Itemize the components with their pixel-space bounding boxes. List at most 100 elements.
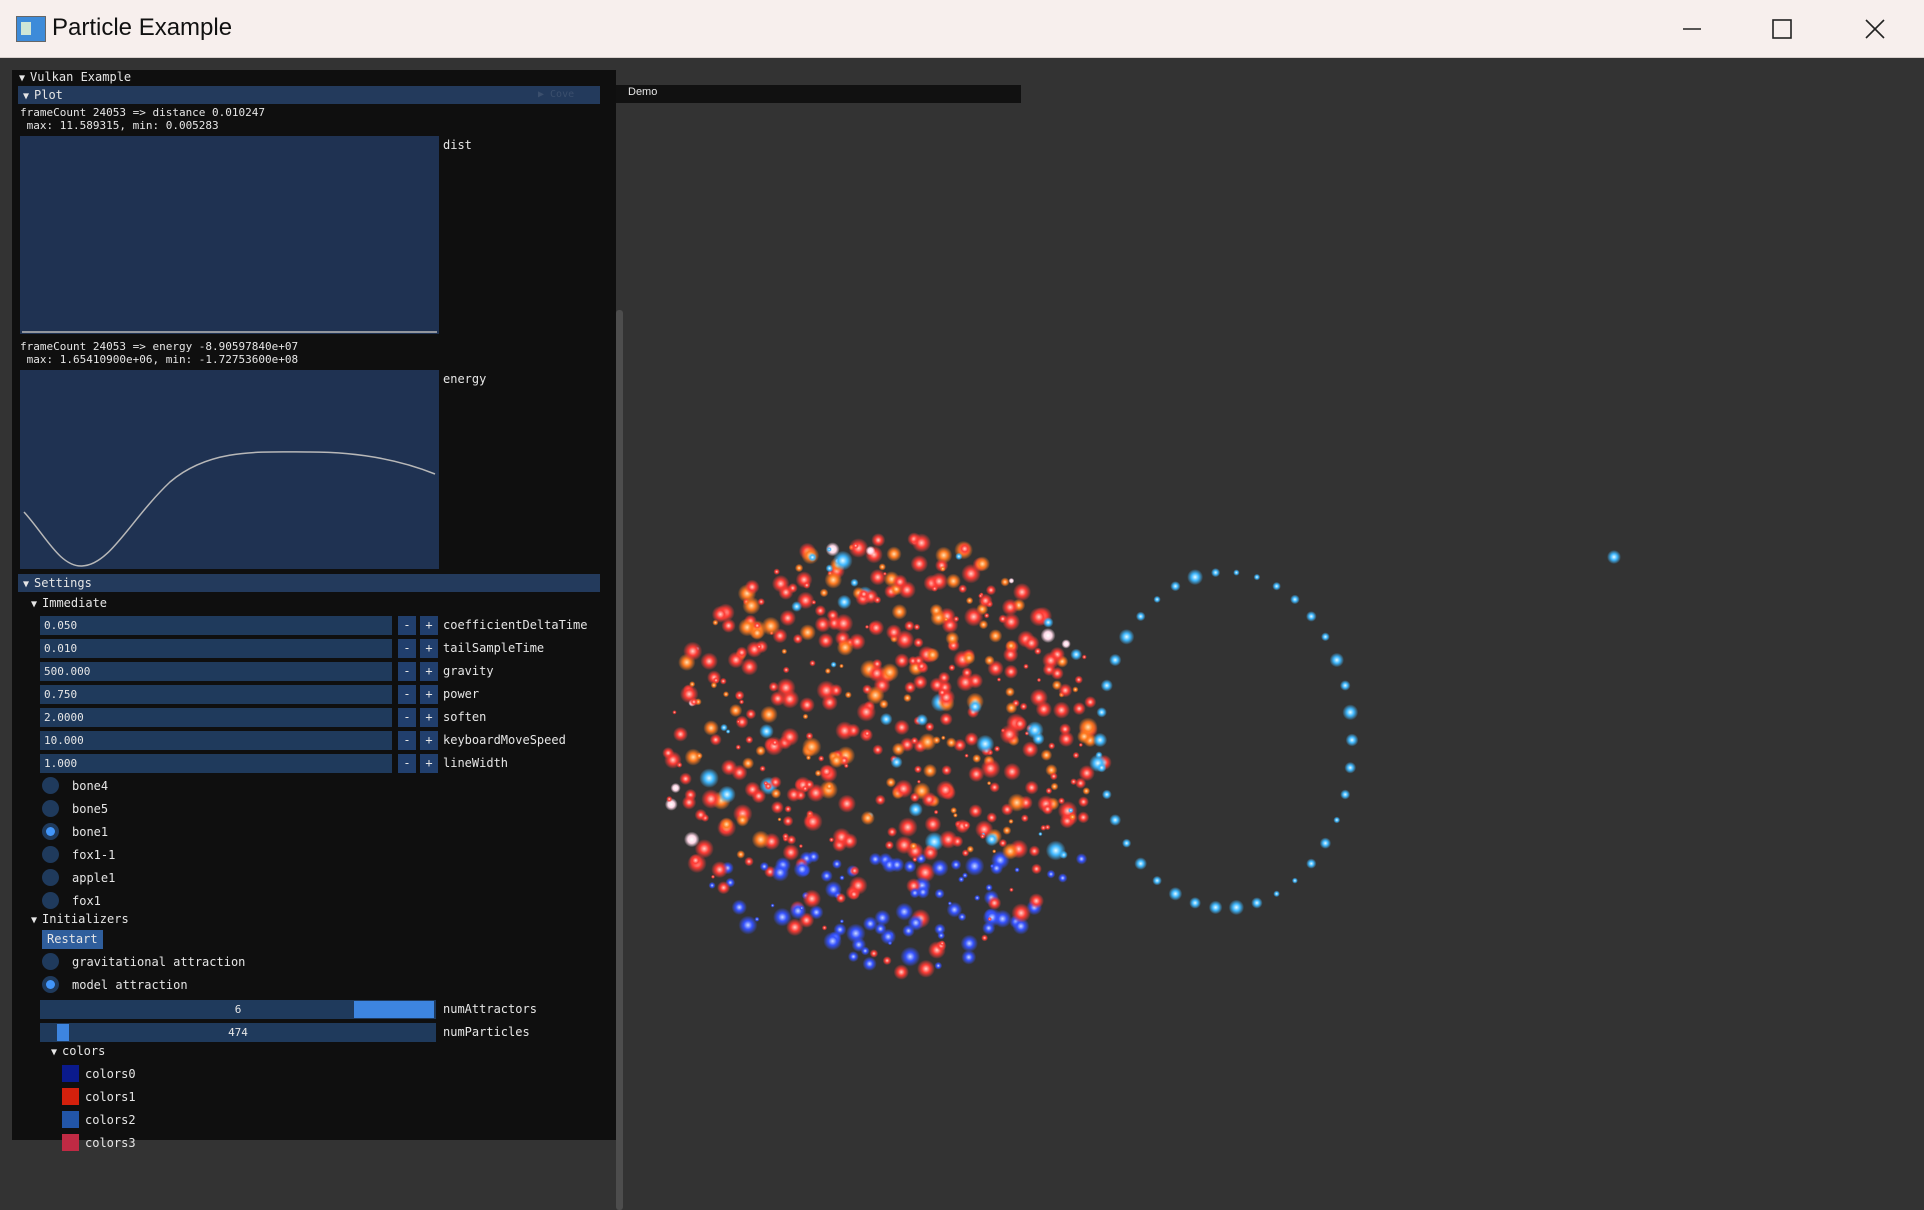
energy-plot[interactable] [20, 370, 439, 569]
app-window-icon [16, 16, 46, 42]
setting-row[interactable]: 1.000- + lineWidth [40, 754, 620, 773]
window-titlebar[interactable]: Particle Example [0, 0, 1924, 58]
distance-plot[interactable] [20, 136, 439, 334]
color-swatch[interactable] [62, 1111, 79, 1128]
plot-header[interactable]: ▼ Plot ▶ Cove [18, 86, 600, 104]
attraction-radio[interactable]: gravitational attraction [40, 952, 300, 972]
maximize-button[interactable] [1752, 8, 1812, 50]
setting-row[interactable]: 0.010- + tailSampleTime [40, 639, 620, 658]
increment-button[interactable]: + [420, 754, 438, 773]
color-edit-colors0[interactable]: colors0 [62, 1064, 222, 1084]
setting-input[interactable]: 1.000 [40, 754, 392, 773]
decrement-button[interactable]: - [398, 708, 416, 727]
particle [987, 660, 1004, 677]
setting-input[interactable]: 10.000 [40, 731, 392, 750]
particle [1074, 675, 1083, 684]
increment-button[interactable]: + [420, 662, 438, 681]
setting-row[interactable]: 2.0000- + soften [40, 708, 620, 727]
particle [711, 605, 729, 623]
particle [923, 763, 937, 778]
setting-input[interactable]: 500.000 [40, 662, 392, 681]
increment-button[interactable]: + [420, 708, 438, 727]
setting-row[interactable]: 0.750- + power [40, 685, 620, 704]
setting-input[interactable]: 0.050 [40, 616, 392, 635]
color-edit-colors3[interactable]: colors3 [62, 1133, 222, 1153]
color-edit-colors2[interactable]: colors2 [62, 1110, 222, 1130]
radio-indicator[interactable] [42, 800, 59, 817]
setting-row[interactable]: 10.000- + keyboardMoveSpeed [40, 731, 620, 750]
decrement-button[interactable]: - [398, 639, 416, 658]
setting-input[interactable]: 0.010 [40, 639, 392, 658]
particle [929, 603, 943, 618]
particle [831, 859, 842, 869]
radio-indicator[interactable] [42, 953, 59, 970]
attraction-radio[interactable]: model attraction [40, 975, 300, 995]
demo-window-title: Demo [628, 86, 658, 98]
initializers-tree-node[interactable]: ▼ Initializers [26, 912, 129, 926]
particle [826, 546, 832, 553]
particle [662, 747, 675, 759]
particle [689, 697, 699, 707]
color-edit-colors1[interactable]: colors1 [62, 1087, 222, 1107]
radio-indicator[interactable] [42, 976, 59, 993]
panel-title[interactable]: ▼ Vulkan Example [14, 70, 131, 84]
minimize-button[interactable] [1662, 8, 1722, 50]
particle [1023, 635, 1040, 651]
particle [916, 779, 921, 784]
setting-row[interactable]: 0.050- + coefficientDeltaTime [40, 616, 620, 635]
increment-button[interactable]: + [420, 639, 438, 658]
radio-indicator[interactable] [42, 777, 59, 794]
increment-button[interactable]: + [420, 616, 438, 635]
model-radio-bone4[interactable]: bone4 [40, 776, 240, 796]
immediate-tree-node[interactable]: ▼ Immediate [26, 596, 107, 610]
model-radio-fox1-1[interactable]: fox1-1 [40, 845, 240, 865]
decrement-button[interactable]: - [398, 685, 416, 704]
particle [769, 776, 782, 789]
model-radio-fox1[interactable]: fox1 [40, 891, 240, 911]
decrement-button[interactable]: - [398, 731, 416, 750]
increment-button[interactable]: + [420, 731, 438, 750]
model-radio-bone5[interactable]: bone5 [40, 799, 240, 819]
particle [914, 765, 922, 774]
color-label: colors1 [85, 1090, 136, 1104]
close-button[interactable] [1845, 8, 1905, 50]
energy-plot-label: energy [443, 372, 487, 386]
decrement-button[interactable]: - [398, 616, 416, 635]
int-slider-numParticles[interactable]: 474 numParticles [40, 1023, 530, 1042]
particle [1001, 598, 1019, 616]
demo-window-titlebar[interactable] [610, 84, 1022, 104]
particle [708, 881, 716, 889]
particle [761, 616, 781, 636]
particle [824, 571, 843, 589]
setting-input[interactable]: 0.750 [40, 685, 392, 704]
radio-indicator[interactable] [42, 823, 59, 840]
vulkan-example-panel[interactable]: ▼ Vulkan Example ▼ Plot ▶ Cove frameCount … [12, 70, 623, 1210]
decrement-button[interactable]: - [398, 754, 416, 773]
restart-button[interactable]: Restart [42, 930, 103, 949]
setting-row[interactable]: 500.000- + gravity [40, 662, 620, 681]
particle [1340, 789, 1351, 800]
settings-header[interactable]: ▼ Settings [18, 574, 600, 592]
color-swatch[interactable] [62, 1134, 79, 1151]
particle [1031, 863, 1042, 875]
radio-indicator[interactable] [42, 846, 59, 863]
radio-indicator[interactable] [42, 869, 59, 886]
model-radio-apple1[interactable]: apple1 [40, 868, 240, 888]
particle [993, 745, 1001, 752]
particle [1014, 867, 1020, 873]
decrement-button[interactable]: - [398, 662, 416, 681]
particle [869, 949, 879, 958]
particle [719, 677, 727, 685]
particle [1003, 664, 1019, 679]
color-swatch[interactable] [62, 1065, 79, 1082]
collapse-triangle-icon: ▼ [22, 579, 30, 590]
radio-indicator[interactable] [42, 892, 59, 909]
int-slider-numAttractors[interactable]: 6 numAttractors [40, 1000, 537, 1019]
colors-tree-node[interactable]: ▼ colors [46, 1044, 105, 1058]
increment-button[interactable]: + [420, 685, 438, 704]
color-swatch[interactable] [62, 1088, 79, 1105]
model-radio-bone1[interactable]: bone1 [40, 822, 240, 842]
setting-input[interactable]: 2.0000 [40, 708, 392, 727]
panel-scrollbar[interactable] [616, 310, 623, 1210]
particle [720, 759, 738, 776]
